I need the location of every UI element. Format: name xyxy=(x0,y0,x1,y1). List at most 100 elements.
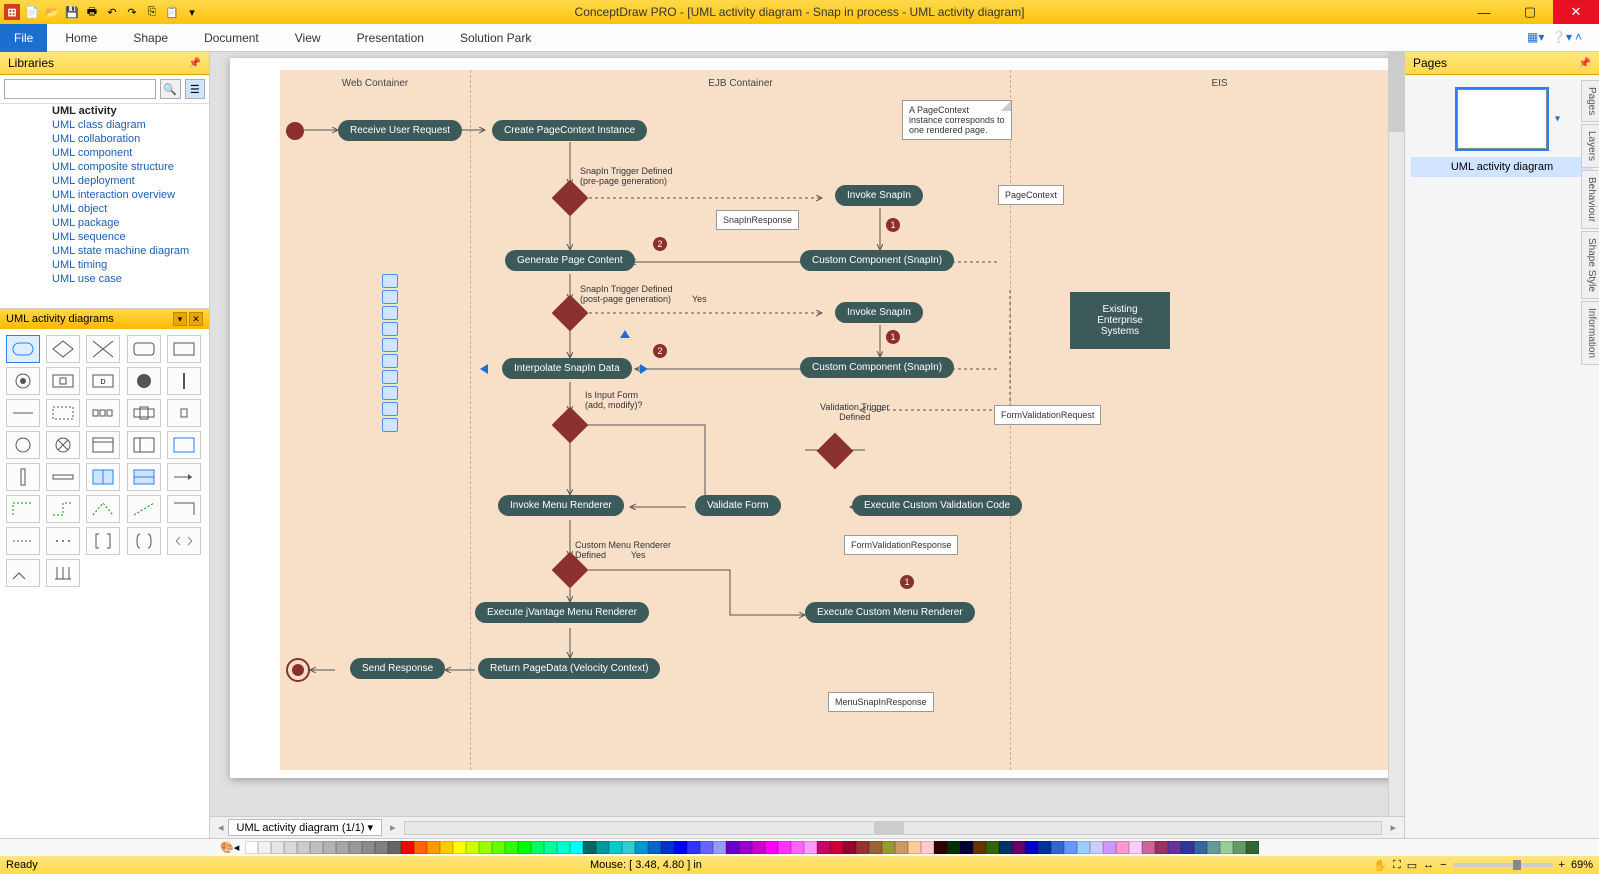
shape-hline[interactable] xyxy=(6,527,40,555)
sel-handle[interactable] xyxy=(382,370,398,384)
shape-end[interactable] xyxy=(46,431,80,459)
tree-item[interactable]: UML use case xyxy=(0,272,209,286)
color-swatch[interactable] xyxy=(414,841,427,854)
color-swatch[interactable] xyxy=(622,841,635,854)
color-swatch[interactable] xyxy=(661,841,674,854)
shape-fork[interactable] xyxy=(167,367,201,395)
color-swatch[interactable] xyxy=(1142,841,1155,854)
color-swatch[interactable] xyxy=(440,841,453,854)
zoom-slider[interactable] xyxy=(1453,863,1553,867)
collapse-ribbon-icon[interactable]: ˄ xyxy=(1575,30,1591,46)
color-swatch[interactable] xyxy=(336,841,349,854)
note[interactable]: SnapInResponse xyxy=(716,210,799,230)
color-swatch[interactable] xyxy=(323,841,336,854)
color-swatch[interactable] xyxy=(1207,841,1220,854)
sel-handle[interactable] xyxy=(382,306,398,320)
color-swatch[interactable] xyxy=(362,841,375,854)
tree-item[interactable]: UML package xyxy=(0,216,209,230)
color-swatch[interactable] xyxy=(986,841,999,854)
ribbon-tab-presentation[interactable]: Presentation xyxy=(339,26,442,50)
canvas-viewport[interactable]: Web Container EJB Container EIS xyxy=(210,52,1404,816)
color-swatch[interactable] xyxy=(245,841,258,854)
lib-close-icon[interactable]: ✕ xyxy=(189,312,203,326)
shape-scroll[interactable] xyxy=(167,527,201,555)
shape-merge[interactable] xyxy=(86,335,120,363)
dropdown-icon[interactable]: ▾ xyxy=(184,4,200,20)
shape-action[interactable] xyxy=(127,335,161,363)
horizontal-scrollbar[interactable] xyxy=(404,821,1383,835)
minimize-button[interactable]: — xyxy=(1461,0,1507,24)
pin-icon[interactable]: 📌 xyxy=(189,58,201,69)
shape-swim-v[interactable] xyxy=(86,463,120,491)
shape-partition[interactable] xyxy=(86,431,120,459)
zoom-page-icon[interactable]: ▭ xyxy=(1407,859,1417,872)
activity-node[interactable]: Return PageData (Velocity Context) xyxy=(478,658,660,679)
ribbon-tab-view[interactable]: View xyxy=(277,26,339,50)
color-swatch[interactable] xyxy=(284,841,297,854)
ribbon-tab-solution[interactable]: Solution Park xyxy=(442,26,549,50)
shape-swimlane[interactable] xyxy=(127,431,161,459)
shape-bracket-c[interactable] xyxy=(127,527,161,555)
tree-item[interactable]: UML sequence xyxy=(0,230,209,244)
shape-connector-5[interactable] xyxy=(167,495,201,523)
note[interactable]: FormValidationRequest xyxy=(994,405,1101,425)
maximize-button[interactable]: ▢ xyxy=(1507,0,1553,24)
shape-swim-h[interactable] xyxy=(127,463,161,491)
color-swatch[interactable] xyxy=(1077,841,1090,854)
shape-flow-final[interactable] xyxy=(6,431,40,459)
shape-datastore[interactable]: D xyxy=(86,367,120,395)
shape-expansion[interactable] xyxy=(86,399,120,427)
page-tab[interactable]: UML activity diagram (1/1) ▾ xyxy=(228,819,383,836)
search-button[interactable]: 🔍 xyxy=(160,79,181,99)
shape-signal[interactable] xyxy=(6,559,40,587)
zoom-fit-icon[interactable]: ⛶ xyxy=(1393,859,1401,872)
activity-node[interactable]: Custom Component (SnapIn) xyxy=(800,250,954,271)
color-swatch[interactable] xyxy=(739,841,752,854)
color-swatch[interactable] xyxy=(934,841,947,854)
shape-region[interactable] xyxy=(46,399,80,427)
zoom-out-icon[interactable]: − xyxy=(1440,859,1446,871)
tree-item[interactable]: UML object xyxy=(0,202,209,216)
tree-item[interactable]: UML interaction overview xyxy=(0,188,209,202)
undo-icon[interactable]: ↶ xyxy=(104,4,120,20)
color-swatch[interactable] xyxy=(1168,841,1181,854)
side-tab-shape-style[interactable]: Shape Style xyxy=(1581,231,1599,299)
shape-bar-h[interactable] xyxy=(46,463,80,491)
tab-nav-prev[interactable]: ◂ xyxy=(214,821,228,834)
color-swatch[interactable] xyxy=(960,841,973,854)
activity-node[interactable]: Custom Component (SnapIn) xyxy=(800,357,954,378)
color-swatch[interactable] xyxy=(1103,841,1116,854)
pin-icon[interactable]: 📌 xyxy=(1579,58,1591,69)
sel-handle[interactable] xyxy=(382,322,398,336)
side-tab-behaviour[interactable]: Behaviour xyxy=(1581,170,1599,229)
color-swatch[interactable] xyxy=(908,841,921,854)
color-swatch[interactable] xyxy=(1233,841,1246,854)
color-swatch[interactable] xyxy=(752,841,765,854)
color-swatch[interactable] xyxy=(869,841,882,854)
color-swatch[interactable] xyxy=(804,841,817,854)
tree-item[interactable]: UML collaboration xyxy=(0,132,209,146)
color-swatch[interactable] xyxy=(401,841,414,854)
sel-handle[interactable] xyxy=(382,338,398,352)
shape-frame[interactable] xyxy=(167,431,201,459)
thumb-menu-icon[interactable]: ▾ xyxy=(1555,114,1560,125)
print-icon[interactable]: 🖶 xyxy=(84,4,100,20)
shape-final[interactable] xyxy=(127,367,161,395)
eis-box[interactable]: Existing Enterprise Systems xyxy=(1070,292,1170,349)
sel-handle[interactable] xyxy=(382,386,398,400)
copy-icon[interactable]: ⎘ xyxy=(144,4,160,20)
color-swatch[interactable] xyxy=(453,841,466,854)
shape-join-h[interactable] xyxy=(6,399,40,427)
color-swatch[interactable] xyxy=(388,841,401,854)
shape-param[interactable] xyxy=(127,399,161,427)
shape-connector-2[interactable] xyxy=(46,495,80,523)
color-swatch[interactable] xyxy=(570,841,583,854)
color-swatch[interactable] xyxy=(557,841,570,854)
tree-item[interactable]: UML activity xyxy=(0,104,209,118)
color-swatch[interactable] xyxy=(856,841,869,854)
sel-handle[interactable] xyxy=(382,354,398,368)
color-swatch[interactable] xyxy=(817,841,830,854)
color-swatch[interactable] xyxy=(609,841,622,854)
sel-handle[interactable] xyxy=(382,290,398,304)
activity-node[interactable]: Invoke Menu Renderer xyxy=(498,495,624,516)
